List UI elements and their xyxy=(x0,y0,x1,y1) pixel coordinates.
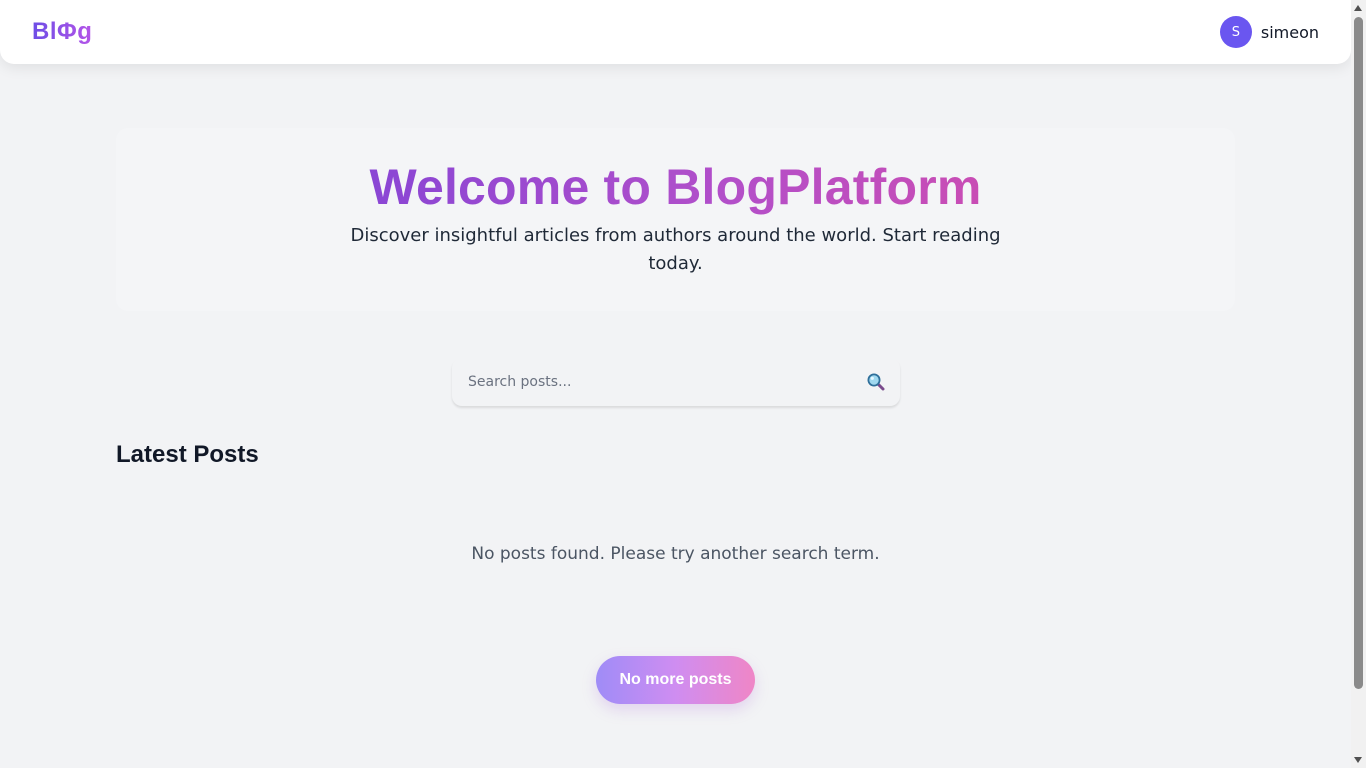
scrollbar-thumb[interactable] xyxy=(1354,17,1363,689)
scroll-down-icon[interactable] xyxy=(1354,757,1362,763)
search-input[interactable] xyxy=(452,358,852,406)
empty-state-message: No posts found. Please try another searc… xyxy=(471,544,880,564)
magnifier-icon[interactable] xyxy=(866,372,886,392)
hero-banner: Welcome to BlogPlatform Discover insight… xyxy=(116,128,1235,311)
latest-posts-heading: Latest Posts xyxy=(116,441,259,468)
hero-subtitle: Discover insightful articles from author… xyxy=(350,225,1001,274)
page: BlΦg S simeon Welcome to BlogPlatform Di… xyxy=(0,0,1366,768)
hero-title: Welcome to BlogPlatform xyxy=(116,128,1235,216)
avatar[interactable]: S xyxy=(1219,16,1252,48)
search-bar xyxy=(452,358,900,406)
scroll-up-icon[interactable] xyxy=(1354,5,1362,11)
load-more-button[interactable]: No more posts xyxy=(596,656,755,704)
user-menu[interactable]: S simeon xyxy=(1219,16,1319,48)
username[interactable]: simeon xyxy=(1261,23,1319,42)
top-navbar: BlΦg S simeon xyxy=(0,0,1351,64)
vertical-scrollbar[interactable] xyxy=(1351,0,1366,768)
site-logo[interactable]: BlΦg xyxy=(32,16,92,48)
